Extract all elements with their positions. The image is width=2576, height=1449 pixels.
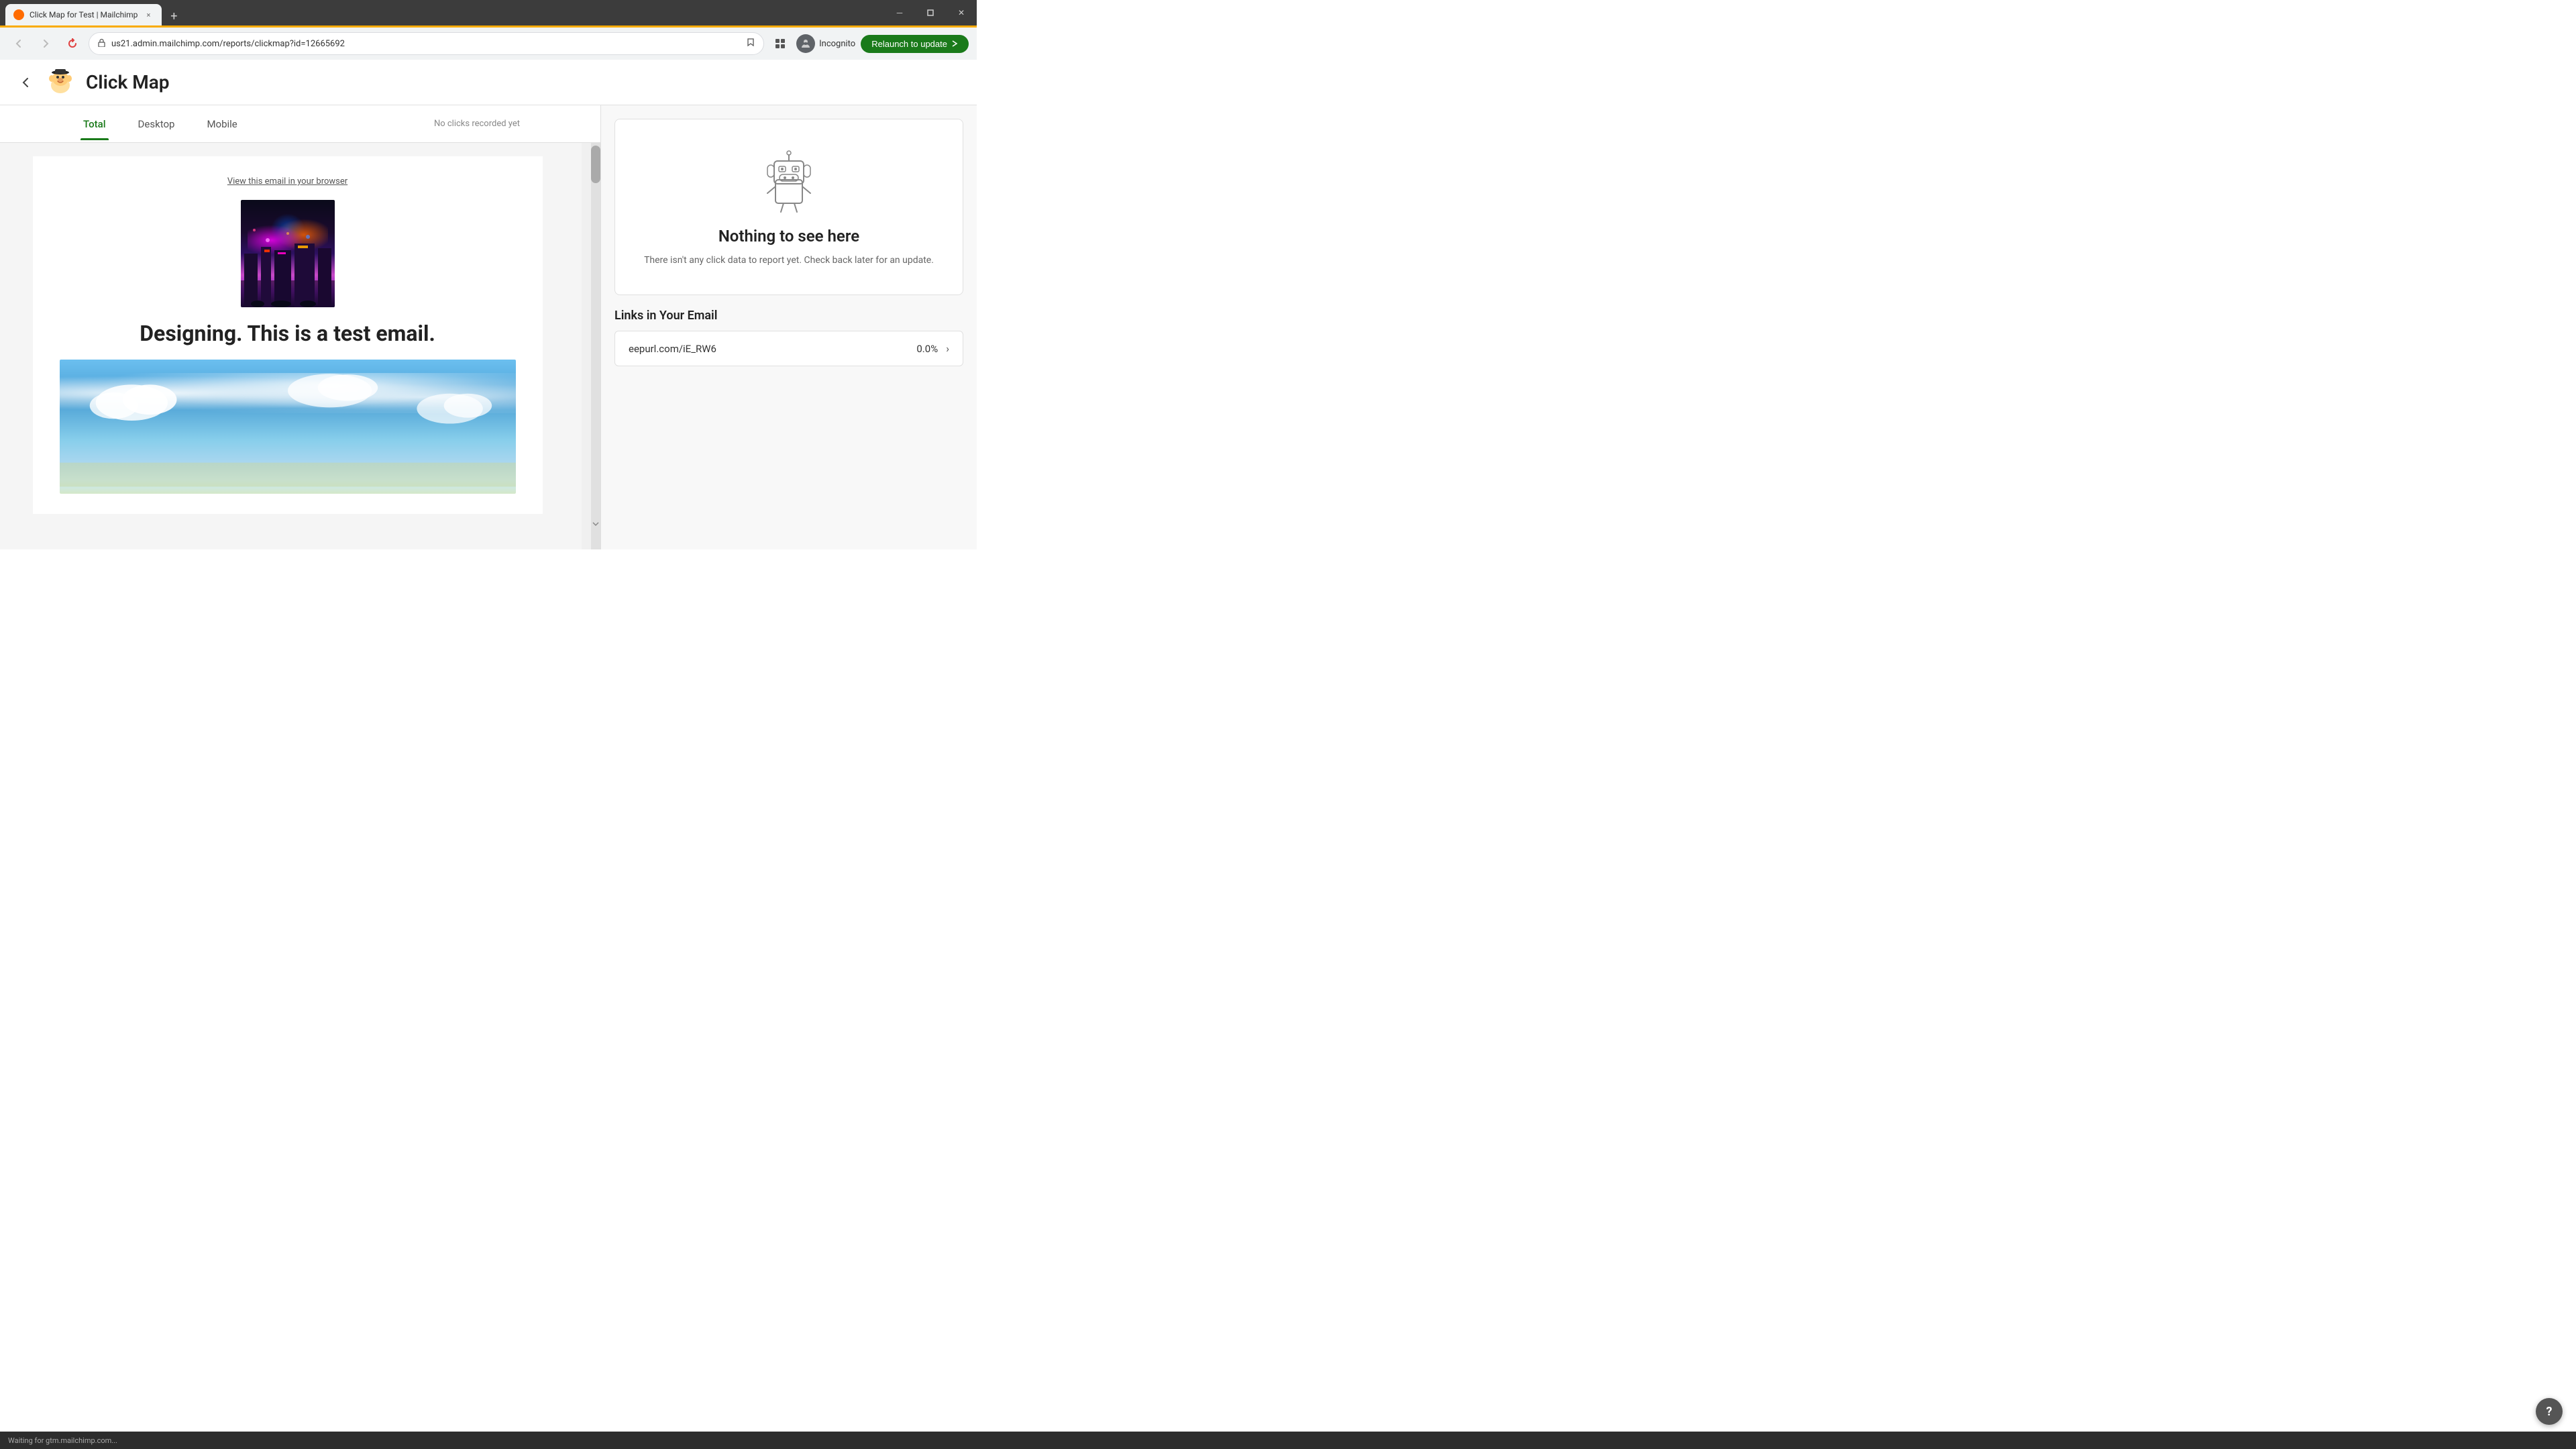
empty-state-box: Nothing to see here There isn't any clic…	[614, 119, 963, 295]
reload-button[interactable]	[62, 33, 83, 54]
address-bar[interactable]: us21.admin.mailchimp.com/reports/clickma…	[89, 32, 764, 55]
incognito-icon	[796, 34, 815, 53]
right-panel: Nothing to see here There isn't any clic…	[601, 105, 977, 549]
view-browser-link[interactable]: View this email in your browser	[60, 176, 516, 186]
help-button[interactable]: ?	[2536, 1398, 2563, 1425]
tab-favicon	[13, 9, 24, 20]
link-percent: 0.0%	[916, 343, 938, 355]
mailchimp-logo	[46, 68, 75, 97]
tabs-bar: Total Desktop Mobile No clicks recorded …	[0, 105, 600, 143]
tab-total[interactable]: Total	[80, 118, 109, 140]
incognito-indicator: Incognito	[796, 34, 855, 53]
email-preview-wrapper: View this email in your browser	[0, 143, 600, 549]
minimize-button[interactable]: ─	[884, 0, 915, 25]
scroll-track	[591, 143, 600, 549]
email-heading: Designing. This is a test email.	[60, 321, 516, 346]
email-hero-image	[241, 200, 335, 307]
main-layout: Total Desktop Mobile No clicks recorded …	[0, 105, 977, 549]
empty-state-illustration	[755, 146, 822, 213]
new-tab-button[interactable]: +	[164, 7, 183, 25]
email-content-box: View this email in your browser	[33, 156, 543, 514]
empty-state-title: Nothing to see here	[629, 227, 949, 246]
no-clicks-indicator: No clicks recorded yet	[434, 119, 520, 129]
back-button[interactable]	[16, 73, 35, 92]
links-section-title: Links in Your Email	[614, 309, 963, 323]
tab-mobile[interactable]: Mobile	[204, 118, 239, 140]
status-text: Waiting for gtm.mailchimp.com...	[8, 1436, 117, 1445]
scroll-down-button[interactable]	[591, 519, 600, 529]
url-text: us21.admin.mailchimp.com/reports/clickma…	[111, 39, 741, 49]
extensions-button[interactable]	[769, 33, 791, 54]
left-panel: Total Desktop Mobile No clicks recorded …	[0, 105, 601, 549]
relaunch-button[interactable]: Relaunch to update	[861, 35, 969, 53]
window-controls: ─ ✕	[884, 0, 977, 25]
tab-close-button[interactable]: ×	[143, 9, 154, 20]
email-preview: View this email in your browser	[0, 143, 582, 549]
incognito-label: Incognito	[819, 39, 855, 49]
link-url: eepurl.com/iE_RW6	[629, 343, 916, 355]
link-row[interactable]: eepurl.com/iE_RW6 0.0% ›	[614, 331, 963, 366]
link-arrow-icon: ›	[946, 342, 949, 355]
back-navigation-button[interactable]	[8, 33, 30, 54]
active-tab[interactable]: Click Map for Test | Mailchimp ×	[5, 4, 162, 25]
forward-navigation-button[interactable]	[35, 33, 56, 54]
scroll-thumb[interactable]	[591, 146, 600, 183]
browser-tab-bar: Click Map for Test | Mailchimp × + ─ ✕	[0, 0, 977, 25]
empty-state-description: There isn't any click data to report yet…	[629, 254, 949, 268]
status-bar: Waiting for gtm.mailchimp.com...	[0, 1432, 2576, 1449]
tab-desktop[interactable]: Desktop	[136, 118, 178, 140]
email-landscape-image	[60, 360, 516, 494]
lock-icon	[97, 38, 106, 50]
nav-right-buttons: Incognito Relaunch to update	[769, 33, 969, 54]
page-title: Click Map	[86, 71, 169, 93]
bookmark-icon[interactable]	[746, 38, 755, 50]
page-content: Click Map Total Desktop Mobile No clicks…	[0, 60, 977, 549]
email-scroll-area[interactable]: View this email in your browser	[0, 143, 591, 549]
maximize-button[interactable]	[915, 0, 946, 25]
app-header: Click Map	[0, 60, 977, 105]
navigation-bar: us21.admin.mailchimp.com/reports/clickma…	[0, 28, 977, 60]
tab-title: Click Map for Test | Mailchimp	[30, 10, 138, 19]
close-window-button[interactable]: ✕	[946, 0, 977, 25]
